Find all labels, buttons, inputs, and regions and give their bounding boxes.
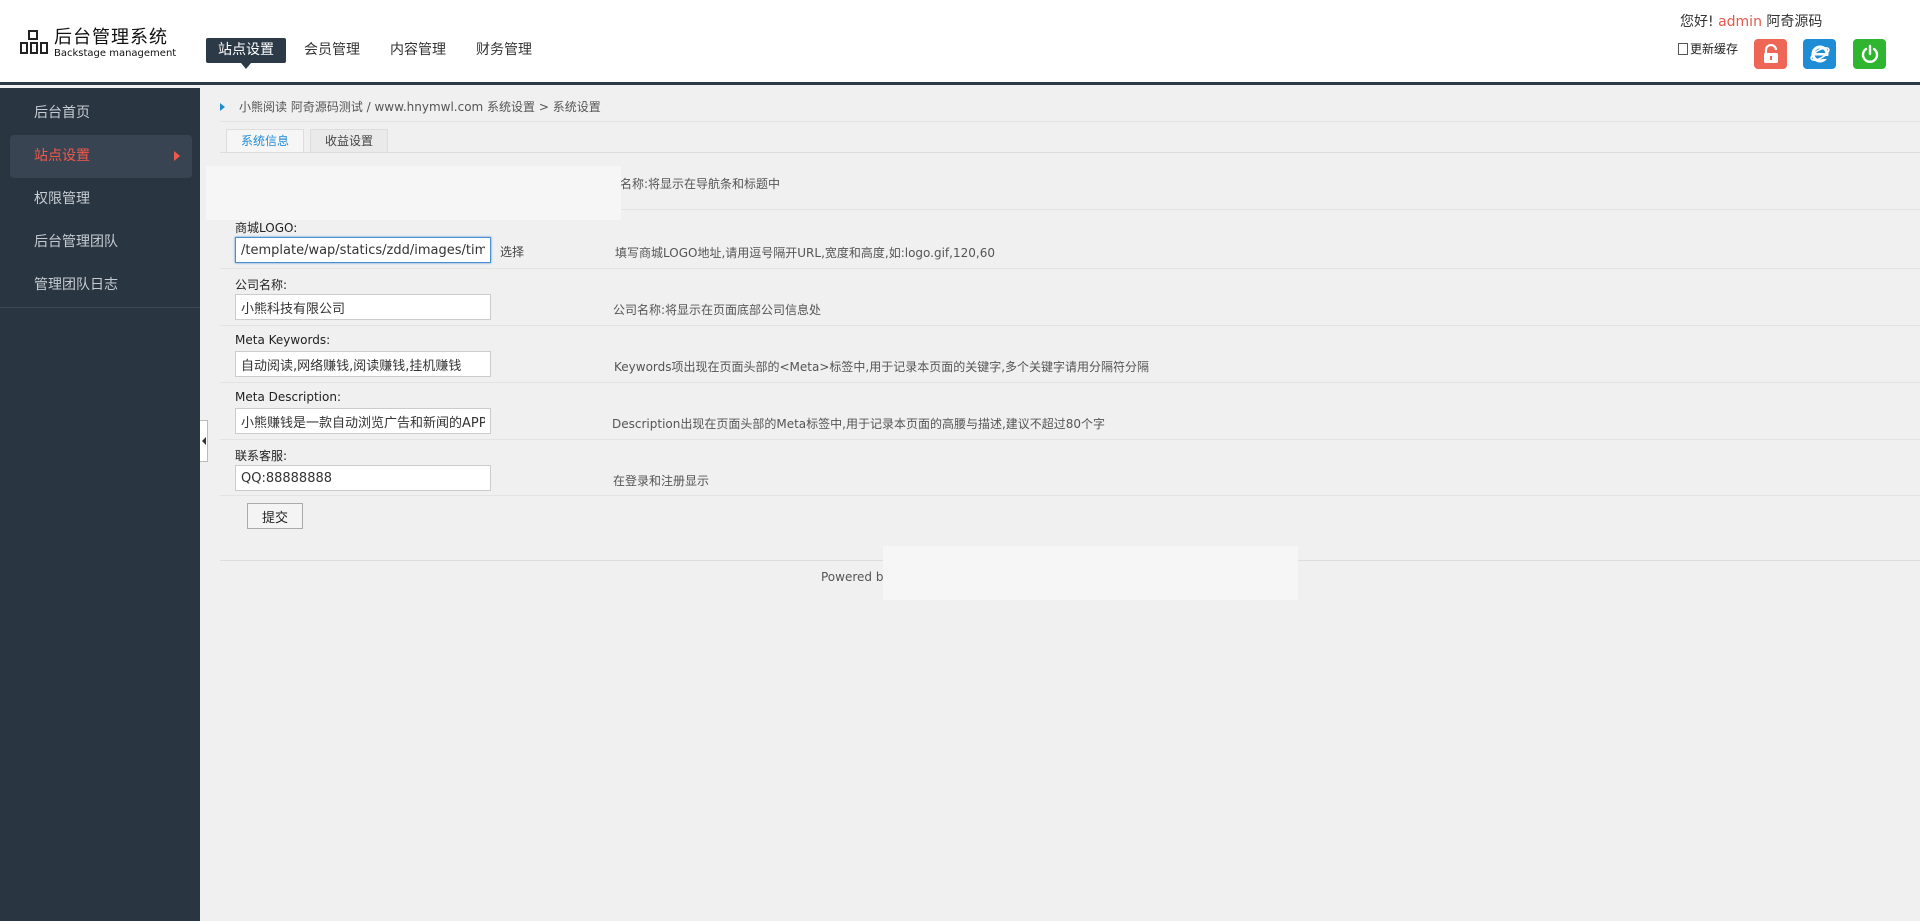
tab-system-info[interactable]: 系统信息 [226,129,305,153]
description-hint: Description出现在页面头部的Meta标签中,用于记录本页面的高腰与描述… [612,417,1106,431]
logout-button[interactable] [1853,39,1886,69]
sidebar-item-permissions[interactable]: 权限管理 [0,178,200,221]
meta-keywords-input[interactable] [235,351,491,377]
ie-icon [1809,45,1830,63]
keywords-hint: Keywords项出现在页面头部的<Meta>标签中,用于记录本页面的关键字,多… [614,360,1150,374]
pick-logo-button[interactable]: 选择 [500,243,524,260]
logo-subtitle: Backstage management [54,48,177,59]
tab-revenue-settings[interactable]: 收益设置 [310,129,389,153]
browser-button[interactable] [1803,39,1836,69]
logo-hint: 填写商城LOGO地址,请用逗号隔开URL,宽度和高度,如:logo.gif,12… [615,246,995,260]
form-row-description: Meta Description: Description出现在页面头部的Met… [220,390,1920,440]
greeting: 您好! admin 阿奇源码 [1680,11,1822,31]
logo-url-input[interactable] [235,237,491,263]
nav-content-management[interactable]: 内容管理 [378,38,458,63]
lock-button[interactable] [1754,39,1787,69]
customer-service-input[interactable] [235,465,491,491]
breadcrumb: 小熊阅读 阿奇源码测试 / www.hnymwl.com 系统设置 > 系统设置 [220,98,1920,122]
nav-finance-management[interactable]: 财务管理 [464,38,544,63]
description-label: Meta Description: [235,390,341,404]
company-label: 公司名称: [235,278,288,292]
top-nav: 站点设置 会员管理 内容管理 财务管理 [206,38,544,69]
logo-title: 后台管理系统 [54,27,168,48]
caret-right-icon [174,151,180,161]
form-row-service: 联系客服: 在登录和注册显示 [220,447,1920,496]
tabs-divider [220,152,1920,153]
play-arrow-icon [220,102,225,111]
site-name-hint: 名称:将显示在导航条和标题中 [620,177,781,191]
building-icon [20,30,50,58]
nav-site-settings[interactable]: 站点设置 [206,38,286,69]
sidebar-item-admin-team[interactable]: 后台管理团队 [0,221,200,264]
main-content: 小熊阅读 阿奇源码测试 / www.hnymwl.com 系统设置 > 系统设置… [200,88,1920,921]
nav-member-management[interactable]: 会员管理 [292,38,372,63]
form-row-company: 公司名称: 公司名称:将显示在页面底部公司信息处 [220,276,1920,326]
document-icon [1678,42,1688,55]
footer-powered-by: Powered by [821,570,891,584]
sidebar: 后台首页 站点设置 权限管理 后台管理团队 管理团队日志 [0,88,200,921]
form-row-keywords: Meta Keywords: Keywords项出现在页面头部的<Meta>标签… [220,333,1920,383]
sidebar-item-home[interactable]: 后台首页 [0,92,200,135]
form-row-logo: 商城LOGO: 选择 填写商城LOGO地址,请用逗号隔开URL,宽度和高度,如:… [220,219,1920,269]
sidebar-item-label: 站点设置 [34,148,90,164]
tab-bar: 系统信息 收益设置 [226,129,389,153]
keywords-label: Meta Keywords: [235,333,331,347]
submit-button[interactable]: 提交 [247,503,303,529]
company-name-input[interactable] [235,294,491,320]
meta-description-input[interactable] [235,408,491,434]
top-header: 后台管理系统 Backstage management 站点设置 会员管理 内容… [0,0,1920,85]
redacted-area [206,166,621,220]
logo-label: 商城LOGO: [235,221,298,235]
greeting-user[interactable]: admin [1718,14,1762,30]
greeting-suffix: 阿奇源码 [1766,14,1823,30]
greeting-prefix: 您好! [1680,14,1714,30]
clear-cache-link[interactable]: 更新缓存 [1678,40,1738,57]
company-hint: 公司名称:将显示在页面底部公司信息处 [613,303,822,317]
service-label: 联系客服: [235,449,288,463]
breadcrumb-text: 小熊阅读 阿奇源码测试 / www.hnymwl.com 系统设置 > 系统设置 [239,100,601,114]
sidebar-item-team-log[interactable]: 管理团队日志 [0,264,200,307]
sidebar-divider [0,307,200,308]
logo: 后台管理系统 Backstage management [20,28,176,60]
service-hint: 在登录和注册显示 [613,474,710,488]
redacted-area [883,546,1298,600]
clear-cache-label: 更新缓存 [1690,42,1739,56]
sidebar-item-site-settings[interactable]: 站点设置 [10,135,192,178]
power-icon [1861,44,1878,63]
lock-icon [1763,44,1778,63]
